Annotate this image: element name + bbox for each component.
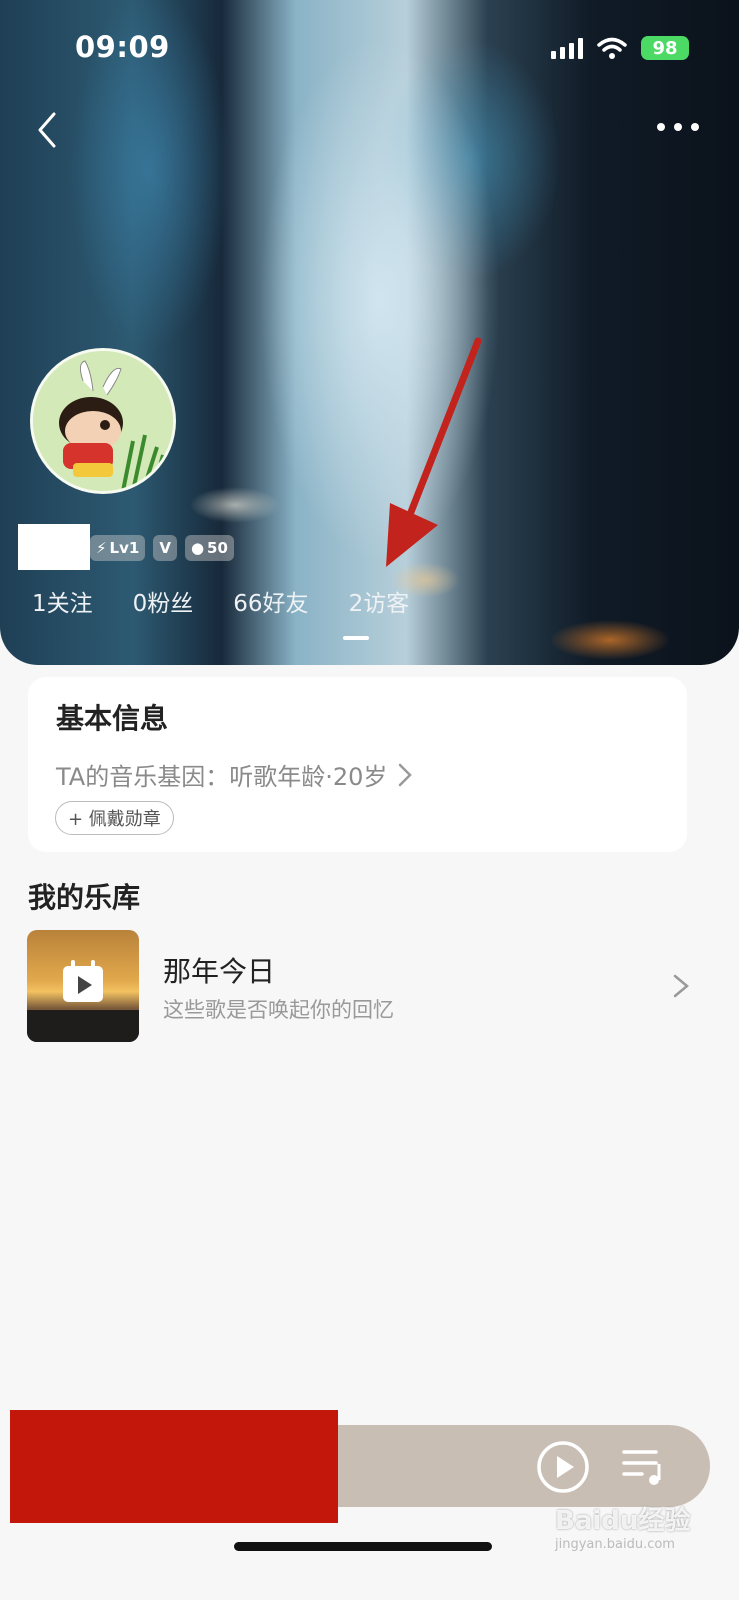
calendar-play-icon <box>27 960 139 1042</box>
redacted-player-track <box>10 1410 338 1523</box>
music-gene-row[interactable]: TA的音乐基因：听歌年龄·20岁 <box>56 757 413 792</box>
user-badges: ⚡ Lv1 V ● 50 <box>90 535 234 561</box>
play-icon[interactable] <box>536 1440 590 1494</box>
status-time: 09:09 <box>75 30 170 64</box>
avatar[interactable] <box>30 348 176 494</box>
chevron-right-icon <box>673 974 689 998</box>
level-badge[interactable]: ⚡ Lv1 <box>90 535 146 561</box>
friends-count[interactable]: 66好友 <box>233 584 308 618</box>
vip-badge[interactable]: V <box>153 535 177 561</box>
battery-icon: 98 <box>641 36 689 60</box>
level-badge-label: Lv1 <box>109 539 140 557</box>
watermark-url: jingyan.baidu.com <box>555 1537 675 1552</box>
status-icons: 98 <box>551 36 689 60</box>
music-gene-text: TA的音乐基因：听歌年龄·20岁 <box>56 763 388 791</box>
vip-icon: V <box>159 539 171 557</box>
wear-medal-button[interactable]: + 佩戴勋章 <box>55 801 174 835</box>
page-indicator <box>343 636 369 640</box>
library-section-title: 我的乐库 <box>28 881 141 914</box>
more-options-icon[interactable] <box>653 112 703 142</box>
watermark-brand: Baidu经验 <box>555 1506 691 1536</box>
cartoon-avatar-icon <box>33 351 173 491</box>
visitors-count[interactable]: 2访客 <box>349 584 410 618</box>
home-indicator <box>234 1542 492 1551</box>
following-count[interactable]: 1关注 <box>32 584 93 618</box>
ring-badge-label: 50 <box>207 539 228 557</box>
profile-stats: 1关注 0粉丝 66好友 2访客 <box>32 584 409 618</box>
ring-icon: ● <box>190 539 205 557</box>
playlist-icon[interactable] <box>620 1446 668 1488</box>
fans-count[interactable]: 0粉丝 <box>133 584 194 618</box>
library-item-subtitle: 这些歌是否唤起你的回忆 <box>163 998 394 1022</box>
cellular-signal-icon <box>551 37 583 59</box>
back-chevron-icon[interactable] <box>32 108 72 152</box>
lightning-icon: ⚡ <box>96 539 107 557</box>
library-item-name: 那年今日 <box>163 955 276 988</box>
basic-info-card: 基本信息 TA的音乐基因：听歌年龄·20岁 + 佩戴勋章 <box>28 677 687 852</box>
profile-header-background: 09:09 98 ⚡ Lv1 V ● 50 1关注 0粉丝 66好友 2访客 <box>0 0 739 665</box>
redacted-username <box>18 524 90 570</box>
annotation-arrow-icon <box>386 337 482 567</box>
chevron-right-icon <box>399 763 413 786</box>
basic-info-title: 基本信息 <box>56 702 169 735</box>
wifi-icon <box>597 37 627 59</box>
library-item-this-day[interactable]: 那年今日 这些歌是否唤起你的回忆 <box>27 930 697 1042</box>
baidu-watermark: Baidu经验 jingyan.baidu.com <box>555 1500 690 1552</box>
ring-badge[interactable]: ● 50 <box>184 535 234 561</box>
library-item-cover <box>27 930 139 1042</box>
